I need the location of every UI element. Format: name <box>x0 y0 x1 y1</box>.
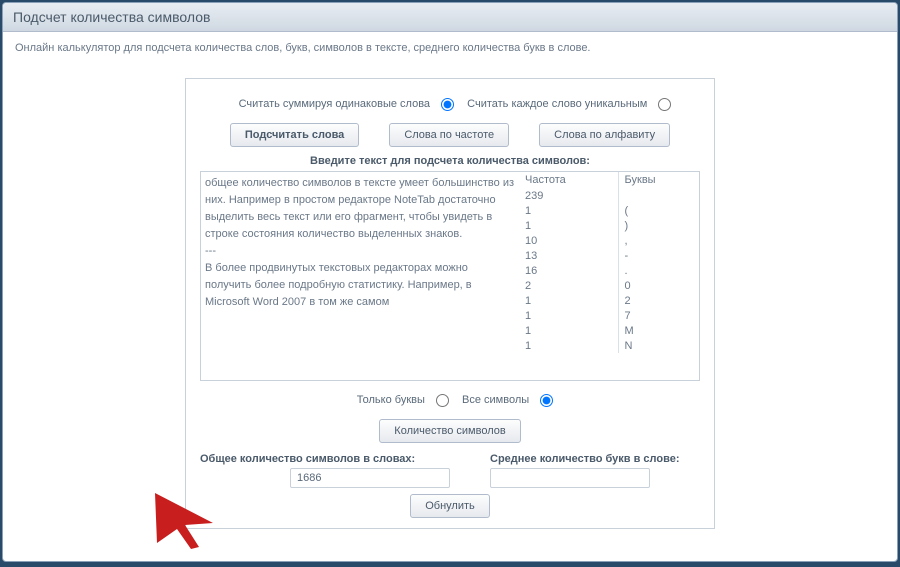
table-row: 1( <box>519 203 699 218</box>
freq-count-cell: 239 <box>519 188 618 203</box>
char-count-button[interactable]: Количество символов <box>379 419 520 443</box>
freq-count-cell: 1 <box>519 308 618 323</box>
freq-header-count: Частота <box>519 172 618 188</box>
sum-same-radio[interactable] <box>441 98 454 111</box>
freq-count-cell: 2 <box>519 278 618 293</box>
table-row: 20 <box>519 278 699 293</box>
table-row: 1M <box>519 323 699 338</box>
filter-row: Только буквы Все символы <box>200 391 700 409</box>
reset-button[interactable]: Обнулить <box>410 494 490 518</box>
each-unique-radio[interactable] <box>658 98 671 111</box>
freq-count-cell: 1 <box>519 293 618 308</box>
freq-letter-cell: - <box>618 248 699 263</box>
totals-row: Общее количество символов в словах: Сред… <box>200 453 700 488</box>
text-input[interactable] <box>201 172 519 380</box>
table-row: 1N <box>519 338 699 353</box>
all-chars-radio[interactable] <box>540 394 553 407</box>
page-subtitle: Онлайн калькулятор для подсчета количест… <box>3 32 897 54</box>
freq-count-cell: 1 <box>519 338 618 353</box>
letters-only-radio[interactable] <box>436 394 449 407</box>
freq-letter-cell: 7 <box>618 308 699 323</box>
freq-letter-cell: M <box>618 323 699 338</box>
table-row: 17 <box>519 308 699 323</box>
freq-count-cell: 1 <box>519 323 618 338</box>
table-row: 12 <box>519 293 699 308</box>
columns: Частота Буквы 2391(1)10,13-16.2012171M1N <box>200 171 700 381</box>
freq-letter-cell: 2 <box>618 293 699 308</box>
total-label: Общее количество символов в словах: <box>200 453 450 465</box>
freq-count-cell: 1 <box>519 203 618 218</box>
letters-only-label: Только буквы <box>357 391 425 409</box>
button-row: Подсчитать слова Слова по частоте Слова … <box>200 123 700 147</box>
page-title: Подсчет количества символов <box>3 3 897 32</box>
total-chars-field[interactable] <box>290 468 450 488</box>
each-unique-label: Считать каждое слово уникальным <box>467 95 647 113</box>
freq-count-cell: 16 <box>519 263 618 278</box>
frequency-table: Частота Буквы 2391(1)10,13-16.2012171M1N <box>519 172 699 353</box>
avg-group: Среднее количество букв в слове: <box>490 453 700 488</box>
freq-letter-cell: 0 <box>618 278 699 293</box>
frequency-wrap: Частота Буквы 2391(1)10,13-16.2012171M1N <box>519 172 699 380</box>
pointer-arrow-icon <box>151 489 221 549</box>
words-by-alpha-button[interactable]: Слова по алфавиту <box>539 123 670 147</box>
table-row: 10, <box>519 233 699 248</box>
table-row: 239 <box>519 188 699 203</box>
reset-row: Обнулить <box>200 494 700 518</box>
freq-letter-cell: . <box>618 263 699 278</box>
input-section-label: Введите текст для подсчета количества си… <box>200 155 700 167</box>
freq-letter-cell <box>618 188 699 203</box>
words-by-freq-button[interactable]: Слова по частоте <box>389 123 509 147</box>
freq-count-cell: 1 <box>519 218 618 233</box>
count-words-button[interactable]: Подсчитать слова <box>230 123 359 147</box>
main-panel: Считать суммируя одинаковые слова Считат… <box>185 78 715 529</box>
table-row: 1) <box>519 218 699 233</box>
all-chars-label: Все символы <box>462 391 529 409</box>
freq-count-cell: 10 <box>519 233 618 248</box>
avg-letters-field[interactable] <box>490 468 650 488</box>
table-row: 13- <box>519 248 699 263</box>
freq-header-letter: Буквы <box>618 172 699 188</box>
freq-letter-cell: , <box>618 233 699 248</box>
app-window: Подсчет количества символов Онлайн кальк… <box>2 2 898 562</box>
sum-same-label: Считать суммируя одинаковые слова <box>239 95 430 113</box>
total-group: Общее количество символов в словах: <box>200 453 450 488</box>
freq-letter-cell: N <box>618 338 699 353</box>
count-mode-row: Считать суммируя одинаковые слова Считат… <box>200 95 700 113</box>
table-row: 16. <box>519 263 699 278</box>
char-count-row: Количество символов <box>200 419 700 443</box>
freq-count-cell: 13 <box>519 248 618 263</box>
freq-letter-cell: ( <box>618 203 699 218</box>
textarea-wrap <box>201 172 519 380</box>
avg-label: Среднее количество букв в слове: <box>490 453 700 465</box>
frequency-scroll[interactable]: Частота Буквы 2391(1)10,13-16.2012171M1N <box>519 172 699 380</box>
freq-letter-cell: ) <box>618 218 699 233</box>
